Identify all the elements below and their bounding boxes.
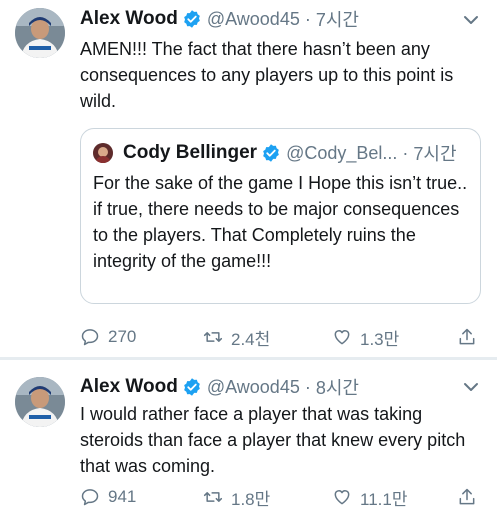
quoted-avatar-image <box>93 143 113 163</box>
quoted-timestamp: 7시간 <box>413 144 457 164</box>
share-button[interactable] <box>457 482 485 512</box>
tweet-text: I would rather face a player that was ta… <box>80 404 466 476</box>
share-button[interactable] <box>457 322 485 352</box>
verified-badge-icon <box>183 10 200 28</box>
reply-count: 270 <box>108 327 137 346</box>
avatar[interactable] <box>15 8 65 58</box>
avatar-image <box>15 377 65 427</box>
share-icon <box>459 328 475 345</box>
tweet-header: Alex Wood @Awood45 · 8시간 <box>80 374 359 400</box>
verified-badge-icon <box>183 378 200 396</box>
timestamp[interactable]: 8시간 <box>316 374 359 400</box>
verified-badge-icon <box>263 144 279 162</box>
retweet-count: 2.4천 <box>231 329 271 349</box>
like-icon <box>334 330 350 345</box>
quoted-text: For the sake of the game I Hope this isn… <box>93 173 468 271</box>
retweet-button[interactable]: 1.8만 <box>203 482 270 512</box>
reply-button[interactable]: 270 <box>80 322 136 352</box>
tweet[interactable]: Alex Wood @Awood45 · 7시간 AMEN!!! The fac… <box>0 0 497 358</box>
tweet-actions: 941 1.8만 11.1만 <box>80 482 485 512</box>
chevron-down-icon[interactable] <box>463 381 479 393</box>
retweet-icon <box>203 332 223 342</box>
reply-icon <box>81 329 99 346</box>
reply-icon <box>81 489 99 506</box>
share-icon <box>459 488 475 505</box>
like-button[interactable]: 1.3만 <box>332 322 399 352</box>
author-name[interactable]: Alex Wood <box>80 8 178 30</box>
retweet-icon <box>203 492 223 502</box>
tweet[interactable]: Alex Wood @Awood45 · 8시간 I would rather … <box>0 360 497 520</box>
retweet-button[interactable]: 2.4천 <box>203 322 270 352</box>
quoted-avatar <box>93 143 113 163</box>
author-handle[interactable]: @Awood45 <box>207 9 300 30</box>
author-name[interactable]: Alex Wood <box>80 376 178 398</box>
timestamp[interactable]: 7시간 <box>316 6 359 32</box>
author-handle[interactable]: @Awood45 <box>207 377 300 398</box>
separator-dot: · <box>304 376 311 397</box>
quoted-author-name: Cody Bellinger <box>123 142 258 163</box>
chevron-down-icon[interactable] <box>463 14 479 26</box>
separator-dot: · <box>402 142 409 163</box>
tweet-actions: 270 2.4천 1.3만 <box>80 322 485 352</box>
quoted-author-handle: @Cody_Bel... <box>286 142 398 163</box>
like-count: 1.3만 <box>360 329 400 349</box>
retweet-count: 1.8만 <box>231 489 271 509</box>
avatar[interactable] <box>15 377 65 427</box>
tweet-header: Alex Wood @Awood45 · 7시간 <box>80 6 359 32</box>
separator-dot: · <box>304 8 311 29</box>
tweet-text: AMEN!!! The fact that there hasn’t been … <box>80 39 454 111</box>
quoted-header: Cody Bellinger @Cody_Bel... · 7시간 <box>123 140 457 166</box>
reply-count: 941 <box>108 487 137 506</box>
like-button[interactable]: 11.1만 <box>332 482 407 512</box>
like-icon <box>334 490 350 505</box>
reply-button[interactable]: 941 <box>80 482 136 512</box>
like-count: 11.1만 <box>360 489 408 509</box>
quoted-tweet[interactable]: Cody Bellinger @Cody_Bel... · 7시간 For th… <box>80 128 481 304</box>
avatar-image <box>15 8 65 58</box>
